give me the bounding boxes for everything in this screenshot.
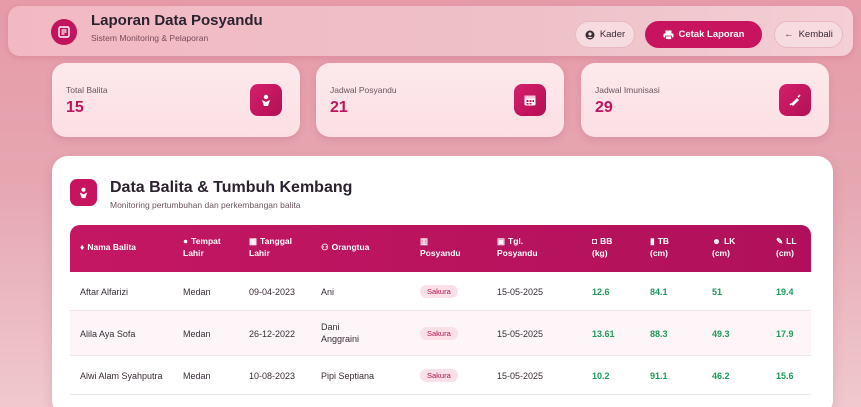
column-header-tanggal-lahir[interactable]: ▦ Tanggal Lahir: [249, 235, 292, 259]
column-header-ll[interactable]: ✎ LL (cm): [776, 235, 797, 259]
cell-tb: 84.1: [650, 287, 668, 297]
cell-nama: Alila Aya Sofa: [80, 329, 136, 339]
balita-table: ♦ Nama Balita ● Tempat Lahir ▦ Tanggal Lahir …: [70, 225, 811, 395]
cell-nama: Alwi Alam Syahputra: [80, 371, 163, 381]
cell-ll: 15.6: [776, 371, 794, 381]
table-row[interactable]: Alila Aya Sofa Medan 26-12-2022 Dani Angg…: [70, 311, 811, 356]
column-header-bb[interactable]: ◘ BB (kg): [592, 235, 612, 259]
baby-icon: [70, 179, 97, 206]
report-icon: [51, 19, 77, 45]
cell-ll: 19.4: [776, 287, 794, 297]
column-header-tgl-posyandu[interactable]: ▣ Tgl. Posyandu: [497, 235, 538, 259]
stat-card-jadwal-imunisasi: Jadwal Imunisasi 29: [581, 63, 829, 137]
stat-label: Jadwal Imunisasi: [595, 85, 660, 95]
panel-title: Data Balita & Tumbuh Kembang: [110, 179, 353, 196]
kader-label: Kader: [599, 29, 626, 40]
cell-orangtua: Ani: [321, 287, 335, 297]
baby-icon: ♦: [80, 242, 85, 252]
column-header-tempat-lahir[interactable]: ● Tempat Lahir: [183, 235, 221, 259]
stat-value: 21: [330, 99, 348, 116]
column-header-lk[interactable]: ☻ LK (cm): [712, 235, 735, 259]
users-icon: ⚇: [321, 242, 329, 252]
page-title: Laporan Data Posyandu: [91, 12, 263, 29]
stat-card-jadwal-posyandu: Jadwal Posyandu 21: [316, 63, 564, 137]
posyandu-badge: Sakura: [420, 327, 458, 340]
column-header-orangtua[interactable]: ⚇ Orangtua: [321, 241, 369, 253]
cell-lk: 51: [712, 287, 723, 297]
cell-lk: 49.3: [712, 329, 730, 339]
table-header: ♦ Nama Balita ● Tempat Lahir ▦ Tanggal Lahir …: [70, 225, 811, 272]
cell-nama: Aftar Alfarizi: [80, 287, 129, 297]
cell-tgl-posyandu: 15-05-2025: [497, 287, 544, 297]
baby-icon: [250, 84, 282, 116]
cell-tgl-lahir: 26-12-2022: [249, 329, 296, 339]
page-subtitle: Sistem Monitoring & Pelaporan: [91, 33, 209, 43]
syringe-icon: [779, 84, 811, 116]
cetak-laporan-button[interactable]: Cetak Laporan: [645, 21, 762, 48]
cell-tgl-posyandu: 15-05-2025: [497, 371, 544, 381]
posyandu-badge: Sakura: [420, 285, 458, 298]
cell-bb: 12.6: [592, 287, 610, 297]
table-row[interactable]: Aftar Alfarizi Medan 09-04-2023 Ani Saku…: [70, 272, 811, 311]
calendar-icon: [514, 84, 546, 116]
table-row[interactable]: Alwi Alam Syahputra Medan 10-08-2023 Pip…: [70, 356, 811, 395]
cell-orangtua: Dani Anggraini: [321, 322, 360, 344]
cell-tempat: Medan: [183, 329, 211, 339]
pen-icon: ✎: [776, 236, 784, 246]
data-balita-panel: Data Balita & Tumbuh Kembang Monitoring …: [52, 156, 833, 407]
cell-orangtua: Pipi Septiana: [321, 371, 375, 381]
panel-subtitle: Monitoring pertumbuhan dan perkembangan …: [110, 200, 301, 210]
weight-icon: ◘: [592, 236, 598, 246]
kembali-label: Kembali: [798, 29, 833, 40]
kembali-button[interactable]: ← Kembali: [774, 21, 843, 48]
stat-value: 29: [595, 99, 613, 116]
cell-tempat: Medan: [183, 371, 211, 381]
cell-bb: 13.61: [592, 329, 615, 339]
cell-lk: 46.2: [712, 371, 730, 381]
stat-value: 15: [66, 99, 84, 116]
kader-button[interactable]: Kader: [575, 21, 635, 48]
posyandu-badge: Sakura: [420, 369, 458, 382]
column-header-nama-balita[interactable]: ♦ Nama Balita: [80, 241, 136, 253]
cell-tgl-lahir: 10-08-2023: [249, 371, 296, 381]
cell-bb: 10.2: [592, 371, 610, 381]
cell-tb: 88.3: [650, 329, 668, 339]
cetak-laporan-label: Cetak Laporan: [678, 29, 745, 40]
cell-tempat: Medan: [183, 287, 211, 297]
calendar-check-icon: ▣: [497, 236, 506, 246]
calendar-icon: ▦: [249, 236, 258, 246]
cell-tb: 91.1: [650, 371, 668, 381]
cell-tgl-lahir: 09-04-2023: [249, 287, 296, 297]
head-icon: ☻: [712, 236, 721, 246]
cell-tgl-posyandu: 15-05-2025: [497, 329, 544, 339]
column-header-posyandu[interactable]: ▥ Posyandu: [420, 235, 461, 259]
map-pin-icon: ●: [183, 236, 189, 246]
stat-label: Jadwal Posyandu: [330, 85, 397, 95]
stat-label: Total Balita: [66, 85, 108, 95]
user-circle-icon: [585, 30, 595, 39]
printer-icon: [663, 30, 673, 40]
column-header-tb[interactable]: ▮ TB (cm): [650, 235, 669, 259]
page-header: Laporan Data Posyandu Sistem Monitoring …: [8, 6, 853, 56]
building-icon: ▥: [420, 236, 429, 246]
stat-card-total-balita: Total Balita 15: [52, 63, 300, 137]
arrow-left-icon: ←: [784, 29, 794, 40]
ruler-icon: ▮: [650, 236, 655, 246]
cell-ll: 17.9: [776, 329, 794, 339]
